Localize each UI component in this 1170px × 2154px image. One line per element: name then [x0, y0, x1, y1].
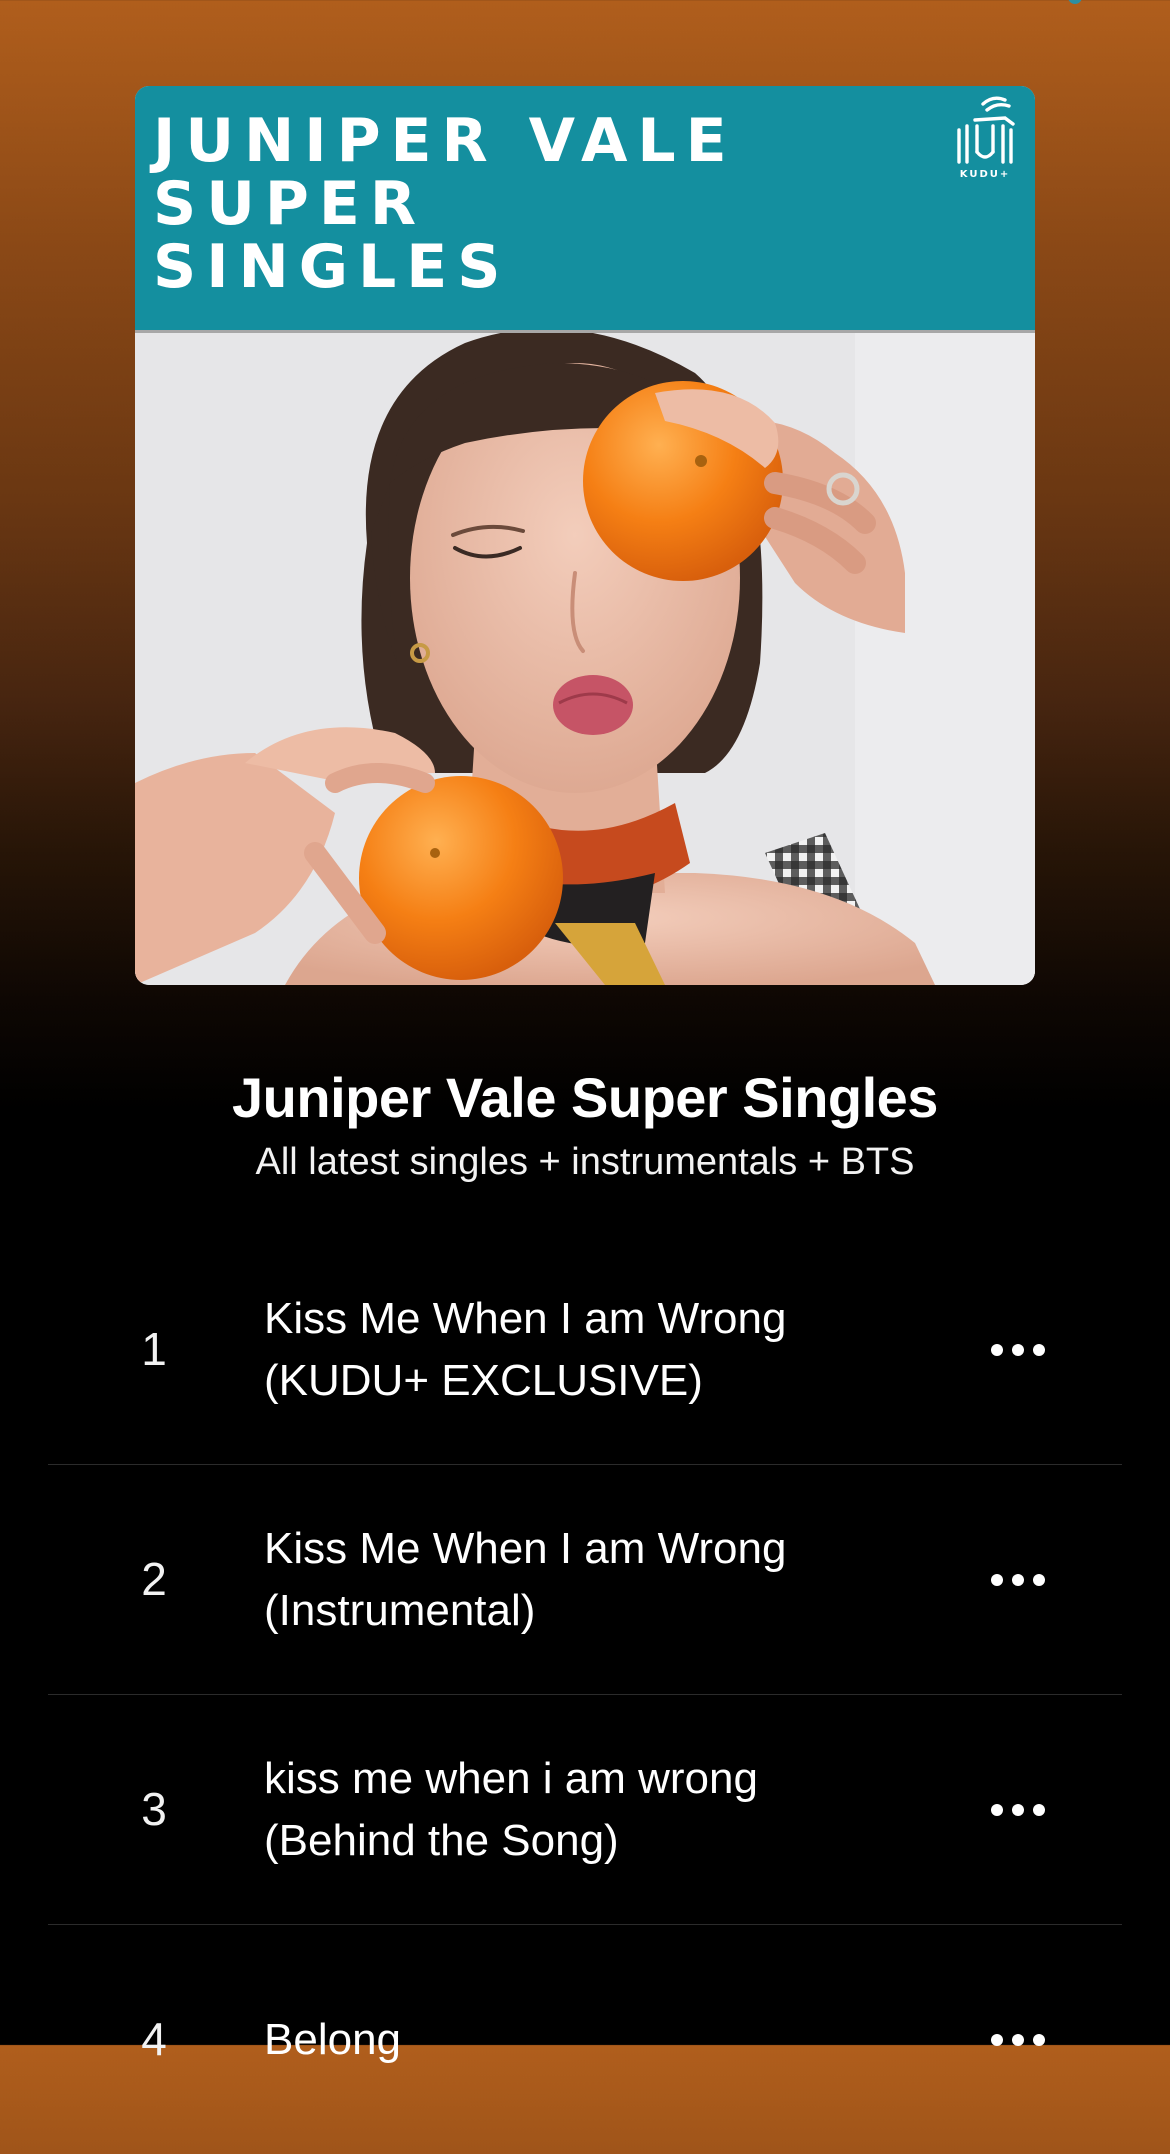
track-title-line: Kiss Me When I am Wrong: [264, 1293, 787, 1343]
more-options-icon[interactable]: [968, 1770, 1068, 1850]
playlist-cover-art: JUNIPER VALE SUPER SINGLES KUDU+: [135, 86, 1035, 985]
more-options-icon[interactable]: [968, 1310, 1068, 1390]
playlist-title: Juniper Vale Super Singles: [232, 1066, 938, 1129]
track-list: 1 Kiss Me When I am Wrong (KUDU+ EXCLUSI…: [48, 1235, 1122, 2154]
track-number: 2: [141, 1553, 167, 1605]
album-photo: [135, 333, 1035, 985]
track-title-line: Kiss Me When I am Wrong: [264, 1523, 787, 1573]
track-title-line: Belong: [264, 2014, 402, 2064]
playlist-subtitle: All latest singles + instrumentals + BTS: [255, 1141, 915, 1183]
kudu-logo-icon: [957, 96, 1015, 164]
track-row[interactable]: 4 Belong: [48, 1925, 1122, 2154]
track-title-line: (KUDU+ EXCLUSIVE): [264, 1355, 703, 1405]
track-title: Kiss Me When I am Wrong (Instrumental): [264, 1518, 944, 1642]
track-number: 1: [141, 1323, 167, 1375]
track-title: kiss me when i am wrong (Behind the Song…: [264, 1748, 944, 1872]
track-row[interactable]: 1 Kiss Me When I am Wrong (KUDU+ EXCLUSI…: [48, 1235, 1122, 1465]
track-number: 4: [141, 2013, 167, 2065]
kudu-wordmark: KUDU+: [959, 169, 1011, 180]
track-row[interactable]: 2 Kiss Me When I am Wrong (Instrumental): [48, 1465, 1122, 1695]
status-indicator-dot: [1068, 0, 1082, 4]
more-options-icon[interactable]: [968, 1540, 1068, 1620]
track-number: 3: [141, 1783, 167, 1835]
track-title-line: (Instrumental): [264, 1585, 536, 1635]
track-row[interactable]: 3 kiss me when i am wrong (Behind the So…: [48, 1695, 1122, 1925]
kudu-logo: KUDU+: [953, 96, 1017, 182]
track-title: Belong: [264, 2009, 944, 2071]
track-title: Kiss Me When I am Wrong (KUDU+ EXCLUSIVE…: [264, 1288, 944, 1412]
track-title-line: (Behind the Song): [264, 1815, 619, 1865]
cover-title: JUNIPER VALE SUPER SINGLES: [153, 106, 737, 302]
track-title-line: kiss me when i am wrong: [264, 1753, 758, 1803]
more-options-icon[interactable]: [968, 2000, 1068, 2080]
